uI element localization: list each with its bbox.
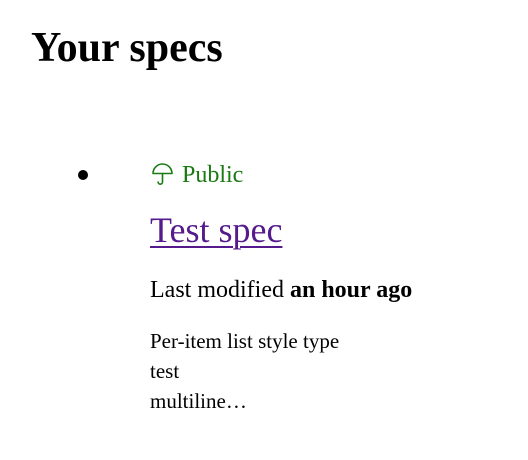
list-bullet (78, 170, 88, 180)
umbrella-icon (151, 163, 174, 187)
visibility-label: Public (182, 162, 244, 188)
spec-description: Per-item list style type test multiline… (150, 326, 339, 416)
last-modified-time: an hour ago (289, 277, 413, 303)
last-modified-prefix: Last modified (150, 277, 284, 303)
last-modified: Last modified an hour ago (150, 275, 412, 305)
spec-title-link[interactable]: Test spec (150, 208, 282, 252)
description-line: Per-item list style type (150, 329, 340, 353)
page-title: Your specs (31, 25, 223, 71)
description-line: test (150, 359, 180, 383)
description-line: multiline… (150, 389, 247, 413)
visibility-badge: Public (151, 160, 243, 190)
